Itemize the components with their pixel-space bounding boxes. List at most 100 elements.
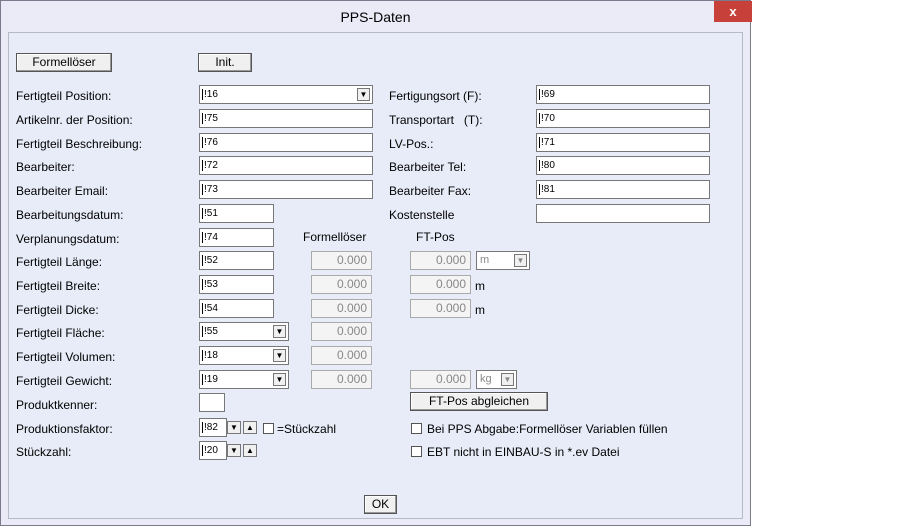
label-stueckzahl: Stückzahl:: [16, 445, 72, 459]
label-volumen: Fertigteil Volumen:: [16, 350, 116, 364]
ok-button[interactable]: OK: [364, 495, 397, 514]
unit-laenge-value: m: [480, 254, 490, 266]
verplanungsdatum-field[interactable]: !74: [199, 228, 274, 247]
label-fertigungsort: Fertigungsort (F):: [389, 89, 482, 103]
bearbeiter-fax-field[interactable]: !81: [536, 180, 710, 199]
label-artikelnr: Artikelnr. der Position:: [16, 113, 133, 127]
column-formelloeser: Formellöser: [303, 230, 367, 244]
ftpos-abgleichen-button[interactable]: FT-Pos abgleichen: [410, 392, 548, 411]
formel-dicke-field: 0.000: [311, 299, 372, 318]
text-caret: [202, 302, 203, 314]
bearbeitungsdatum-field[interactable]: !51: [199, 204, 274, 223]
unit-laenge-select[interactable]: m ▼: [476, 251, 530, 270]
ebt-checkbox-label: EBT nicht in EINBAU-S in *.ev Datei: [427, 445, 620, 459]
window-title: PPS-Daten: [340, 9, 411, 25]
pps-abgabe-checkbox-label: Bei PPS Abgabe:Formellöser Variablen fül…: [427, 422, 668, 436]
volumen-value: !18: [204, 350, 218, 361]
formelloeser-button[interactable]: Formellöser: [16, 53, 112, 72]
label-laenge: Fertigteil Länge:: [16, 255, 103, 269]
label-flaeche: Fertigteil Fläche:: [16, 326, 105, 340]
bearbeiter-field[interactable]: !72: [199, 156, 373, 175]
pps-abgabe-checkbox[interactable]: [411, 423, 422, 434]
text-caret: [202, 231, 203, 243]
ftpos-breite-field: 0.000: [410, 275, 471, 294]
text-caret: [539, 112, 540, 124]
ebt-checkbox[interactable]: [411, 446, 422, 457]
label-beschreibung: Fertigteil Beschreibung:: [16, 137, 143, 151]
label-gewicht: Fertigteil Gewicht:: [16, 374, 113, 388]
gewicht-value: !19: [204, 374, 218, 385]
spin-down-icon[interactable]: ▼: [227, 444, 241, 457]
lvpos-field[interactable]: !71: [536, 133, 710, 152]
text-caret: [202, 278, 203, 290]
stueckzahl-checkbox[interactable]: [263, 423, 274, 434]
label-bearbeiter-email: Bearbeiter Email:: [16, 184, 109, 198]
text-caret: [202, 325, 203, 337]
chevron-down-icon[interactable]: ▼: [501, 373, 514, 386]
formel-volumen-field: 0.000: [311, 346, 372, 365]
label-bearbeitungsdatum: Bearbeitungsdatum:: [16, 208, 124, 222]
spin-down-icon[interactable]: ▼: [227, 421, 241, 434]
text-caret: [202, 373, 203, 385]
label-dicke: Fertigteil Dicke:: [16, 303, 99, 317]
produktionsfaktor-value: !82: [204, 422, 218, 433]
transportart-field[interactable]: !70: [536, 109, 710, 128]
fertigungsort-value: !69: [541, 89, 555, 100]
breite-field[interactable]: !53: [199, 275, 274, 294]
volumen-select[interactable]: !18 ▼: [199, 346, 289, 365]
bearbeiter-email-field[interactable]: !73: [199, 180, 373, 199]
text-caret: [202, 112, 203, 124]
text-caret: [539, 88, 540, 100]
label-transportart: Transportart (T):: [389, 113, 483, 127]
chevron-down-icon[interactable]: ▼: [273, 373, 286, 386]
chevron-down-icon[interactable]: ▼: [357, 88, 370, 101]
gewicht-select[interactable]: !19 ▼: [199, 370, 289, 389]
init-button[interactable]: Init.: [198, 53, 252, 72]
artikelnr-value: !75: [204, 113, 218, 124]
text-caret: [202, 349, 203, 361]
formel-flaeche-field: 0.000: [311, 322, 372, 341]
transportart-value: !70: [541, 113, 555, 124]
unit-gewicht-select[interactable]: kg ▼: [476, 370, 517, 389]
flaeche-select[interactable]: !55 ▼: [199, 322, 289, 341]
flaeche-value: !55: [204, 326, 218, 337]
ftpos-dicke-field: 0.000: [410, 299, 471, 318]
close-button[interactable]: x: [714, 1, 752, 22]
spin-up-icon[interactable]: ▲: [243, 444, 257, 457]
bearbeitungsdatum-value: !51: [204, 208, 218, 219]
artikelnr-field[interactable]: !75: [199, 109, 373, 128]
spin-up-icon[interactable]: ▲: [243, 421, 257, 434]
label-produktionsfaktor: Produktionsfaktor:: [16, 422, 113, 436]
stueckzahl-value: !20: [204, 445, 218, 456]
produktkenner-field[interactable]: [199, 393, 225, 412]
fertigungsort-field[interactable]: !69: [536, 85, 710, 104]
bearbeiter-tel-field[interactable]: !80: [536, 156, 710, 175]
text-caret: [202, 254, 203, 266]
chevron-down-icon[interactable]: ▼: [273, 325, 286, 338]
stueckzahl-checkbox-label: =Stückzahl: [277, 422, 337, 436]
chevron-down-icon[interactable]: ▼: [514, 254, 527, 267]
ftpos-laenge-field: 0.000: [410, 251, 471, 270]
beschreibung-field[interactable]: !76: [199, 133, 373, 152]
fertigteil-position-select[interactable]: !16 ▼: [199, 85, 373, 104]
chevron-down-icon[interactable]: ▼: [273, 349, 286, 362]
text-caret: [202, 136, 203, 148]
label-verplanungsdatum: Verplanungsdatum:: [16, 232, 120, 246]
bearbeiter-fax-value: !81: [541, 184, 555, 195]
dicke-value: !54: [204, 303, 218, 314]
lvpos-value: !71: [541, 137, 555, 148]
title-bar[interactable]: PPS-Daten: [1, 1, 750, 32]
label-bearbeiter-fax: Bearbeiter Fax:: [389, 184, 472, 198]
kostenstelle-field[interactable]: [536, 204, 710, 223]
ftpos-gewicht-field: 0.000: [410, 370, 471, 389]
stueckzahl-field[interactable]: !20: [199, 441, 227, 460]
label-breite: Fertigteil Breite:: [16, 279, 101, 293]
breite-value: !53: [204, 279, 218, 290]
label-lvpos: LV-Pos.:: [389, 137, 434, 151]
dicke-field[interactable]: !54: [199, 299, 274, 318]
text-caret: [202, 421, 203, 433]
unit-dicke: m: [475, 303, 485, 317]
laenge-value: !52: [204, 255, 218, 266]
laenge-field[interactable]: !52: [199, 251, 274, 270]
produktionsfaktor-field[interactable]: !82: [199, 418, 227, 437]
